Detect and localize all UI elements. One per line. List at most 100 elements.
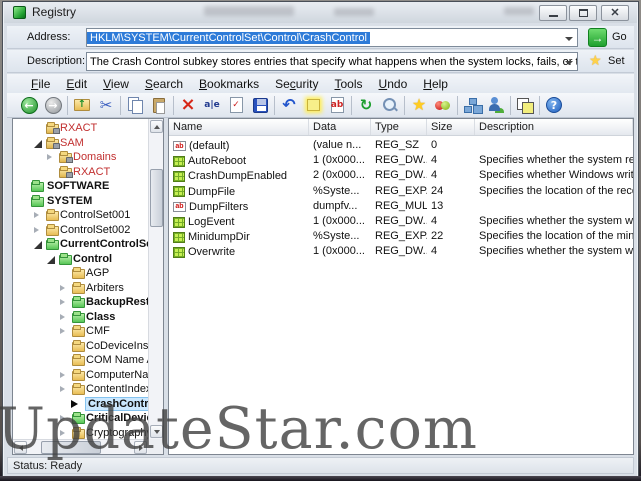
chevron-expanded-icon[interactable]: [34, 241, 42, 249]
tree-horizontal-scrollbar[interactable]: [13, 439, 148, 454]
column-header-data[interactable]: Data: [309, 119, 371, 135]
close-button[interactable]: ✕: [601, 5, 629, 21]
tree-item-cmf[interactable]: CMF: [13, 324, 148, 338]
tree-item-com-name-ar[interactable]: COM Name Ar: [13, 353, 148, 367]
forward-button[interactable]: →: [41, 94, 65, 117]
address-value[interactable]: HKLM\SYSTEM\CurrentControlSet\Control\Cr…: [87, 31, 370, 44]
table-row-crashdumpenabled[interactable]: CrashDumpEnabled 2 (0x000... REG_DW... 4 Spe…: [169, 168, 633, 183]
chevron-right-icon[interactable]: [34, 226, 39, 233]
tree-vertical-scrollbar[interactable]: [148, 119, 163, 439]
tree-item-controlset001[interactable]: ControlSet001: [13, 208, 148, 222]
address-combobox[interactable]: HKLM\SYSTEM\CurrentControlSet\Control\Cr…: [86, 28, 578, 47]
set-label[interactable]: Set: [608, 55, 625, 67]
back-button[interactable]: ←: [17, 94, 41, 117]
column-header-name[interactable]: Name: [169, 119, 309, 135]
menu-item-edit[interactable]: Edit: [58, 76, 95, 92]
favorites-button[interactable]: ★: [407, 94, 431, 117]
column-header-type[interactable]: Type: [371, 119, 427, 135]
tree-item-domains[interactable]: Domains: [13, 150, 148, 164]
tree-item-computernam[interactable]: ComputerNam: [13, 368, 148, 382]
tree-item-criticaldevice[interactable]: CriticalDevice: [13, 411, 148, 425]
paste-button[interactable]: [147, 94, 171, 117]
chevron-right-icon[interactable]: [60, 313, 65, 320]
table-row-autoreboot[interactable]: AutoReboot 1 (0x000... REG_DW... 4 Specifies…: [169, 153, 633, 168]
undo-button[interactable]: ↶: [277, 94, 301, 117]
export-ab-button[interactable]: ab: [325, 94, 349, 117]
star-icon[interactable]: ★: [589, 52, 602, 69]
minimize-button[interactable]: [539, 5, 567, 21]
tree-item-agp[interactable]: AGP: [13, 266, 148, 280]
rename-button[interactable]: a|e: [200, 94, 224, 117]
chevron-expanded-icon[interactable]: [34, 139, 42, 148]
chevron-down-icon[interactable]: [565, 61, 573, 65]
chevron-right-icon[interactable]: [60, 299, 65, 305]
cut-button[interactable]: ✂: [94, 94, 118, 117]
scroll-right-button[interactable]: [134, 441, 147, 454]
menu-item-search[interactable]: Search: [137, 76, 191, 92]
compare-button[interactable]: [431, 94, 455, 117]
copy-button[interactable]: [123, 94, 147, 117]
menu-item-bookmarks[interactable]: Bookmarks: [191, 76, 267, 92]
tree-item-control[interactable]: Control: [13, 252, 148, 266]
tree-item-contentindex[interactable]: ContentIndex: [13, 382, 148, 396]
tree-item-currentcontrolset[interactable]: CurrentControlSet: [13, 237, 148, 251]
highlight-button[interactable]: [301, 94, 325, 117]
tree-item-arbiters[interactable]: Arbiters: [13, 281, 148, 295]
chevron-right-icon[interactable]: [47, 154, 52, 160]
table-row-dumpfilters[interactable]: abDumpFilters dumpfv... REG_MUL... 13: [169, 199, 633, 214]
tree-item-codeviceinstal[interactable]: CoDeviceInstal: [13, 339, 148, 353]
table-row--default-[interactable]: ab (default) (value n... REG_SZ 0: [169, 138, 633, 153]
help-button[interactable]: ?: [542, 94, 566, 117]
chevron-expanded-icon[interactable]: [47, 255, 55, 264]
menu-item-help[interactable]: Help: [415, 76, 456, 92]
chevron-right-icon[interactable]: [60, 429, 65, 436]
scrollbar-thumb[interactable]: [150, 169, 163, 227]
go-button[interactable]: →: [588, 28, 607, 47]
tree-item-cryptography[interactable]: Cryptography: [13, 426, 148, 440]
save-button[interactable]: [248, 94, 272, 117]
refresh-button[interactable]: ↻: [354, 94, 378, 117]
chevron-right-icon[interactable]: [60, 386, 65, 392]
menu-item-tools[interactable]: Tools: [326, 76, 370, 92]
scroll-left-button[interactable]: [14, 441, 27, 454]
chevron-right-icon[interactable]: [60, 415, 65, 421]
description-value[interactable]: The Crash Control subkey stores entries …: [87, 56, 577, 68]
table-row-dumpfile[interactable]: DumpFile %Syste... REG_EXP... 24 Specifies t…: [169, 184, 633, 199]
tree-item-software[interactable]: SOFTWARE: [13, 179, 148, 193]
chevron-right-icon[interactable]: [34, 212, 39, 218]
tree-item-rxact[interactable]: RXACT: [13, 121, 148, 135]
menu-item-security[interactable]: Security: [267, 76, 326, 92]
title-bar[interactable]: Registry ✕: [4, 2, 637, 23]
tree-item-sam[interactable]: SAM: [13, 136, 148, 150]
tree-item-class[interactable]: Class: [13, 310, 148, 324]
tree-item-crashcontrol[interactable]: CrashControl: [13, 396, 148, 411]
table-row-minidumpdir[interactable]: MinidumpDir %Syste... REG_EXP... 22 Specifie…: [169, 229, 633, 244]
apply-button[interactable]: ✓: [224, 94, 248, 117]
find-button[interactable]: [378, 94, 402, 117]
table-row-overwrite[interactable]: Overwrite 1 (0x000... REG_DW... 4 Specifies …: [169, 244, 633, 259]
column-header-size[interactable]: Size: [427, 119, 475, 135]
table-row-logevent[interactable]: LogEvent 1 (0x000... REG_DW... 4 Specifies w…: [169, 214, 633, 229]
maximize-button[interactable]: [569, 5, 597, 21]
description-combobox[interactable]: The Crash Control subkey stores entries …: [86, 52, 578, 71]
up-folder-button[interactable]: ↑: [70, 94, 94, 117]
permissions-button[interactable]: [484, 94, 508, 117]
column-header-description[interactable]: Description: [475, 119, 633, 135]
tree-item-system[interactable]: SYSTEM: [13, 194, 148, 208]
tree-item-backuprestor[interactable]: BackupRestor: [13, 295, 148, 309]
delete-button[interactable]: ×: [176, 94, 200, 117]
chevron-right-icon[interactable]: [60, 328, 65, 334]
scroll-up-button[interactable]: [150, 120, 163, 133]
menu-item-view[interactable]: View: [95, 76, 137, 92]
tree-item-rxact[interactable]: RXACT: [13, 165, 148, 179]
scrollbar-thumb[interactable]: [41, 441, 101, 454]
menu-item-file[interactable]: File: [23, 76, 58, 92]
windows-button[interactable]: [513, 94, 537, 117]
chevron-down-icon[interactable]: [565, 37, 573, 41]
network-button[interactable]: [460, 94, 484, 117]
tree-item-controlset002[interactable]: ControlSet002: [13, 223, 148, 237]
menu-item-undo[interactable]: Undo: [371, 76, 416, 92]
chevron-right-icon[interactable]: [60, 284, 65, 291]
go-label[interactable]: Go: [612, 31, 627, 43]
scroll-down-button[interactable]: [150, 425, 163, 438]
